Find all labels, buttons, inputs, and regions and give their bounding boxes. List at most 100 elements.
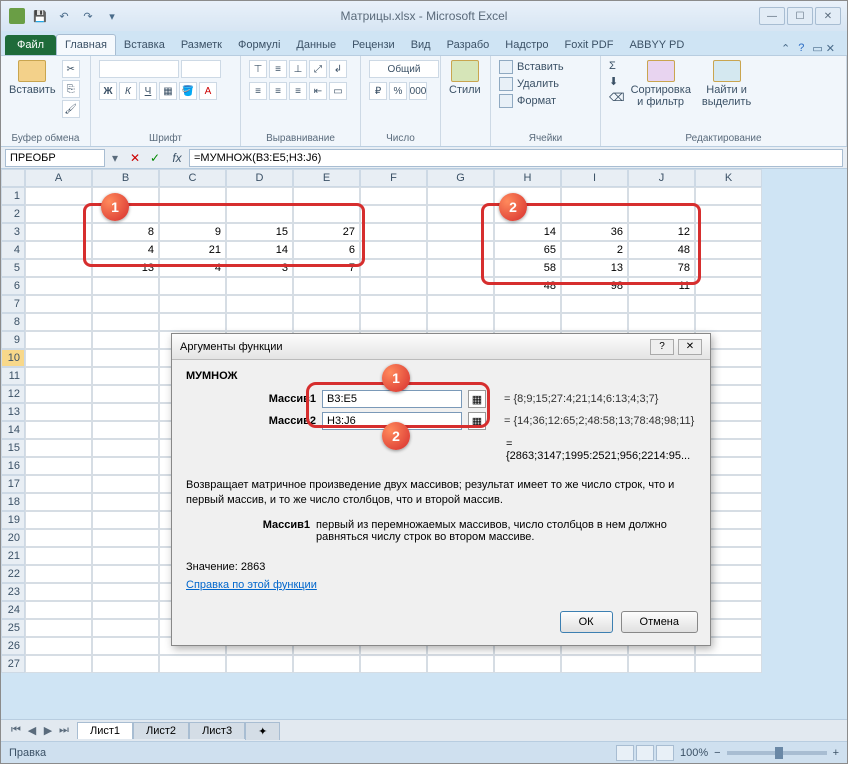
find-select-button[interactable]: Найти и выделить	[697, 60, 757, 108]
cell-E1[interactable]	[293, 187, 360, 205]
row-header-3[interactable]: 3	[1, 223, 25, 241]
cell-B18[interactable]	[92, 493, 159, 511]
row-header-6[interactable]: 6	[1, 277, 25, 295]
sort-filter-button[interactable]: Сортировка и фильтр	[631, 60, 691, 108]
save-icon[interactable]: 💾	[31, 7, 49, 25]
select-all-corner[interactable]	[1, 169, 25, 187]
cell-B11[interactable]	[92, 367, 159, 385]
cell-H7[interactable]	[494, 295, 561, 313]
tab-addins[interactable]: Надстро	[497, 35, 556, 55]
zoom-level[interactable]: 100%	[680, 747, 708, 759]
cell-D4[interactable]: 14	[226, 241, 293, 259]
arg1-range-picker-icon[interactable]: ▦	[468, 390, 486, 408]
cell-E7[interactable]	[293, 295, 360, 313]
cell-C7[interactable]	[159, 295, 226, 313]
cell-B15[interactable]	[92, 439, 159, 457]
cut-icon[interactable]: ✂	[62, 60, 80, 78]
cell-I27[interactable]	[561, 655, 628, 673]
zoom-out-button[interactable]: −	[714, 747, 720, 759]
cell-E8[interactable]	[293, 313, 360, 331]
col-header-K[interactable]: K	[695, 169, 762, 187]
cell-K27[interactable]	[695, 655, 762, 673]
row-header-11[interactable]: 11	[1, 367, 25, 385]
styles-button[interactable]: Стили	[449, 60, 481, 96]
cell-B23[interactable]	[92, 583, 159, 601]
cell-H27[interactable]	[494, 655, 561, 673]
cell-H8[interactable]	[494, 313, 561, 331]
cell-I8[interactable]	[561, 313, 628, 331]
cell-C27[interactable]	[159, 655, 226, 673]
name-box-dropdown-icon[interactable]: ▾	[105, 151, 125, 165]
cell-A8[interactable]	[25, 313, 92, 331]
cell-H2[interactable]	[494, 205, 561, 223]
cell-K7[interactable]	[695, 295, 762, 313]
cell-H5[interactable]: 58	[494, 259, 561, 277]
cell-B1[interactable]	[92, 187, 159, 205]
cell-I6[interactable]: 98	[561, 277, 628, 295]
dialog-titlebar[interactable]: Аргументы функции ? ✕	[172, 334, 710, 360]
cell-A15[interactable]	[25, 439, 92, 457]
cell-A18[interactable]	[25, 493, 92, 511]
cell-A25[interactable]	[25, 619, 92, 637]
cell-B13[interactable]	[92, 403, 159, 421]
cell-C4[interactable]: 21	[159, 241, 226, 259]
indent-dec-icon[interactable]: ⇤	[309, 82, 327, 100]
cell-H4[interactable]: 65	[494, 241, 561, 259]
zoom-slider[interactable]	[727, 751, 827, 755]
cell-G4[interactable]	[427, 241, 494, 259]
cell-B22[interactable]	[92, 565, 159, 583]
row-header-25[interactable]: 25	[1, 619, 25, 637]
row-header-2[interactable]: 2	[1, 205, 25, 223]
cell-G5[interactable]	[427, 259, 494, 277]
row-header-24[interactable]: 24	[1, 601, 25, 619]
tab-insert[interactable]: Вставка	[116, 35, 173, 55]
row-header-14[interactable]: 14	[1, 421, 25, 439]
cell-A1[interactable]	[25, 187, 92, 205]
cell-D1[interactable]	[226, 187, 293, 205]
insert-cells-button[interactable]: Вставить	[499, 60, 564, 74]
cell-J4[interactable]: 48	[628, 241, 695, 259]
cell-D6[interactable]	[226, 277, 293, 295]
cell-B9[interactable]	[92, 331, 159, 349]
cell-J6[interactable]: 11	[628, 277, 695, 295]
cell-I1[interactable]	[561, 187, 628, 205]
cell-B17[interactable]	[92, 475, 159, 493]
cell-B7[interactable]	[92, 295, 159, 313]
cell-E2[interactable]	[293, 205, 360, 223]
cell-G6[interactable]	[427, 277, 494, 295]
arg2-input[interactable]	[322, 412, 462, 430]
tab-developer[interactable]: Разрабо	[439, 35, 498, 55]
cell-E27[interactable]	[293, 655, 360, 673]
cell-B4[interactable]: 4	[92, 241, 159, 259]
cell-B26[interactable]	[92, 637, 159, 655]
row-header-21[interactable]: 21	[1, 547, 25, 565]
cell-A10[interactable]	[25, 349, 92, 367]
tab-view[interactable]: Вид	[403, 35, 439, 55]
cell-F7[interactable]	[360, 295, 427, 313]
new-sheet-button[interactable]: ✦	[245, 722, 280, 740]
orientation-icon[interactable]: ⤢	[309, 60, 327, 78]
sheet-tab-3[interactable]: Лист3	[189, 722, 245, 739]
tab-formulas[interactable]: Формулі	[230, 35, 288, 55]
cancel-button[interactable]: Отмена	[621, 611, 698, 633]
cell-F8[interactable]	[360, 313, 427, 331]
cell-A11[interactable]	[25, 367, 92, 385]
cell-F6[interactable]	[360, 277, 427, 295]
cell-I2[interactable]	[561, 205, 628, 223]
currency-icon[interactable]: ₽	[369, 82, 387, 100]
row-header-4[interactable]: 4	[1, 241, 25, 259]
row-header-7[interactable]: 7	[1, 295, 25, 313]
cell-A5[interactable]	[25, 259, 92, 277]
cell-F5[interactable]	[360, 259, 427, 277]
cell-A20[interactable]	[25, 529, 92, 547]
cell-B3[interactable]: 8	[92, 223, 159, 241]
minimize-button[interactable]: —	[759, 7, 785, 25]
cell-G2[interactable]	[427, 205, 494, 223]
cell-B2[interactable]	[92, 205, 159, 223]
cell-D3[interactable]: 15	[226, 223, 293, 241]
cell-B27[interactable]	[92, 655, 159, 673]
cell-E4[interactable]: 6	[293, 241, 360, 259]
cell-I3[interactable]: 36	[561, 223, 628, 241]
cell-A19[interactable]	[25, 511, 92, 529]
cell-G3[interactable]	[427, 223, 494, 241]
